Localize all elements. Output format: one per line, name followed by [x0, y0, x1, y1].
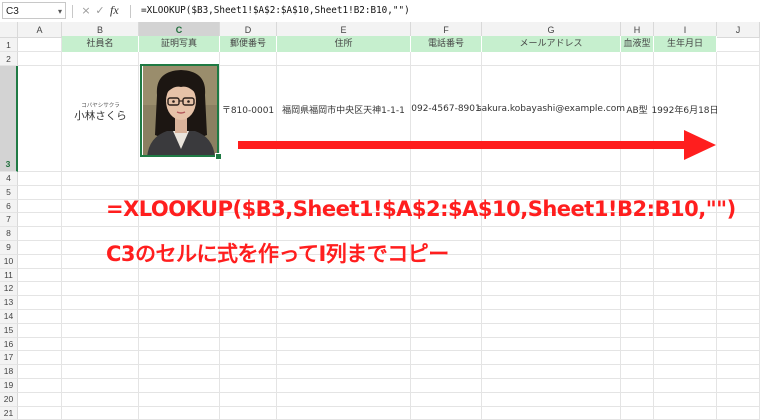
gridline — [61, 38, 62, 420]
enter-icon[interactable]: ✓ — [94, 2, 106, 19]
gridline — [18, 364, 760, 366]
row-header-10[interactable]: 10 — [0, 254, 18, 269]
formula-input[interactable]: =XLOOKUP($B3,Sheet1!$A$2:$A$10,Sheet1!B2… — [141, 2, 410, 19]
header-phone[interactable]: 電話番号 — [411, 36, 482, 52]
gridline — [18, 281, 760, 283]
row-header-1[interactable]: 1 — [0, 38, 18, 52]
chevron-down-icon[interactable]: ▾ — [58, 3, 62, 20]
row-header-13[interactable]: 13 — [0, 296, 18, 310]
gridline — [716, 38, 717, 420]
row-header-16[interactable]: 16 — [0, 337, 18, 352]
gridline — [18, 350, 760, 352]
cancel-icon[interactable]: × — [80, 2, 92, 19]
row-header-17[interactable]: 17 — [0, 351, 18, 366]
header-address[interactable]: 住所 — [277, 36, 411, 52]
gridline — [18, 378, 760, 379]
gridline — [18, 295, 760, 297]
row-header-14[interactable]: 14 — [0, 310, 18, 324]
header-birthdate[interactable]: 生年月日 — [654, 36, 717, 52]
name-box-value: C3 — [6, 6, 19, 17]
cell-employee-name[interactable]: 小林さくら — [62, 108, 139, 123]
gridline — [18, 336, 760, 338]
gridline — [18, 171, 760, 172]
row-header-19[interactable]: 19 — [0, 379, 18, 393]
divider — [130, 5, 131, 18]
gridline — [138, 38, 139, 420]
header-postal-code[interactable]: 郵便番号 — [220, 36, 277, 52]
column-header-j[interactable]: J — [717, 22, 760, 38]
gridline — [18, 184, 760, 186]
header-id-photo[interactable]: 証明写真 — [139, 36, 220, 52]
gridline — [18, 322, 760, 324]
row-header-11[interactable]: 11 — [0, 268, 18, 283]
row-header-5[interactable]: 5 — [0, 185, 18, 200]
row-header-7[interactable]: 7 — [0, 213, 18, 228]
row-header-12[interactable]: 12 — [0, 282, 18, 297]
row-header-4[interactable]: 4 — [0, 172, 18, 186]
gridline — [18, 391, 760, 393]
annotation-instruction: C3のセルに式を作ってI列までコピー — [106, 242, 449, 266]
selected-cell-c3[interactable] — [140, 64, 219, 157]
insert-function-icon[interactable]: fx — [110, 1, 119, 19]
gridline — [18, 226, 760, 228]
row-header-18[interactable]: 18 — [0, 365, 18, 379]
gridline — [18, 309, 760, 310]
name-box[interactable]: C3 ▾ — [2, 2, 66, 19]
row-header-3[interactable]: 3 — [0, 66, 18, 172]
right-arrow-icon — [238, 130, 716, 160]
row-header-8[interactable]: 8 — [0, 227, 18, 241]
gridline — [18, 405, 760, 407]
column-header-a[interactable]: A — [18, 22, 62, 38]
divider — [72, 5, 73, 18]
header-email[interactable]: メールアドレス — [482, 36, 621, 52]
row-header-20[interactable]: 20 — [0, 392, 18, 407]
header-employee-name[interactable]: 社員名 — [62, 36, 139, 52]
row-header-6[interactable]: 6 — [0, 199, 18, 214]
select-all-corner[interactable] — [0, 22, 18, 38]
formula-bar: C3 ▾ × ✓ fx =XLOOKUP($B3,Sheet1!$A$2:$A$… — [0, 0, 760, 23]
header-blood-type[interactable]: 血液型 — [621, 36, 654, 52]
row-header-21[interactable]: 21 — [0, 406, 18, 420]
row-header-9[interactable]: 9 — [0, 241, 18, 255]
row-header-15[interactable]: 15 — [0, 323, 18, 338]
row-header-2[interactable]: 2 — [0, 52, 18, 66]
annotation-formula: =XLOOKUP($B3,Sheet1!$A$2:$A$10,Sheet1!B2… — [106, 197, 736, 221]
